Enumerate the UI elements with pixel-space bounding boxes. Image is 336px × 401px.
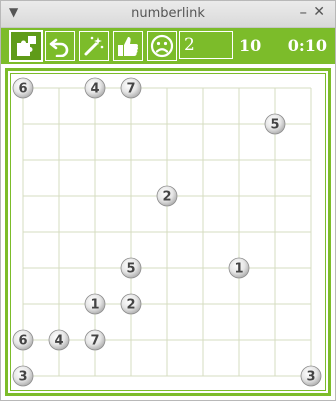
endpoint-label: 3 xyxy=(306,370,315,385)
endpoint-5[interactable]: 5 xyxy=(120,257,142,279)
endpoint-5[interactable]: 5 xyxy=(264,113,286,135)
board-size-label: 10 xyxy=(239,36,262,55)
endpoint-label: 4 xyxy=(90,82,99,97)
endpoint-label: 1 xyxy=(90,298,99,313)
endpoint-label: 5 xyxy=(270,118,279,133)
window-title: numberlink xyxy=(131,6,205,21)
app-window: ▼ numberlink – ✕ 2 10 0:10 6 4 7 5 2 5 1… xyxy=(0,0,336,401)
endpoint-label: 2 xyxy=(162,190,171,205)
minimize-icon[interactable]: – xyxy=(300,3,308,21)
endpoint-label: 6 xyxy=(18,334,27,349)
game-board[interactable]: 6 4 7 5 2 5 1 1 2 6 4 7 3 3 xyxy=(5,68,331,396)
endpoint-4[interactable]: 4 xyxy=(84,77,106,99)
endpoint-label: 6 xyxy=(18,82,27,97)
endpoint-label: 7 xyxy=(126,82,135,97)
give-up-button[interactable] xyxy=(147,31,177,61)
endpoint-label: 2 xyxy=(126,298,135,313)
endpoint-1[interactable]: 1 xyxy=(84,293,106,315)
level-input[interactable] xyxy=(179,31,233,59)
endpoint-label: 3 xyxy=(18,370,27,385)
undo-button[interactable] xyxy=(45,31,75,61)
thumbs-up-icon xyxy=(118,37,139,56)
endpoint-label: 4 xyxy=(54,334,63,349)
board-grid[interactable]: 6 4 7 5 2 5 1 1 2 6 4 7 3 3 xyxy=(8,71,328,393)
endpoint-2[interactable]: 2 xyxy=(156,185,178,207)
title-bar: ▼ numberlink – ✕ xyxy=(1,1,335,28)
thumbs-up-button[interactable] xyxy=(113,31,143,61)
endpoint-7[interactable]: 7 xyxy=(84,329,106,351)
endpoint-2[interactable]: 2 xyxy=(120,293,142,315)
close-icon[interactable]: ✕ xyxy=(313,4,325,20)
puzzle-icon xyxy=(17,36,36,56)
endpoint-label: 1 xyxy=(234,262,243,277)
endpoint-6[interactable]: 6 xyxy=(12,329,34,351)
endpoint-4[interactable]: 4 xyxy=(48,329,70,351)
sad-face-icon xyxy=(150,34,174,58)
timer-display: 0:10 xyxy=(287,36,327,55)
endpoint-label: 5 xyxy=(126,262,135,277)
toolbar: 10 0:10 xyxy=(1,28,335,64)
hint-button[interactable] xyxy=(79,31,109,61)
endpoint-3[interactable]: 3 xyxy=(300,365,322,387)
endpoint-7[interactable]: 7 xyxy=(120,77,142,99)
endpoint-label: 7 xyxy=(90,334,99,349)
endpoint-1[interactable]: 1 xyxy=(228,257,250,279)
endpoint-3[interactable]: 3 xyxy=(12,365,34,387)
new-puzzle-button[interactable] xyxy=(9,30,43,62)
endpoint-6[interactable]: 6 xyxy=(12,77,34,99)
magic-wand-icon xyxy=(84,36,104,56)
undo-icon xyxy=(49,38,69,57)
